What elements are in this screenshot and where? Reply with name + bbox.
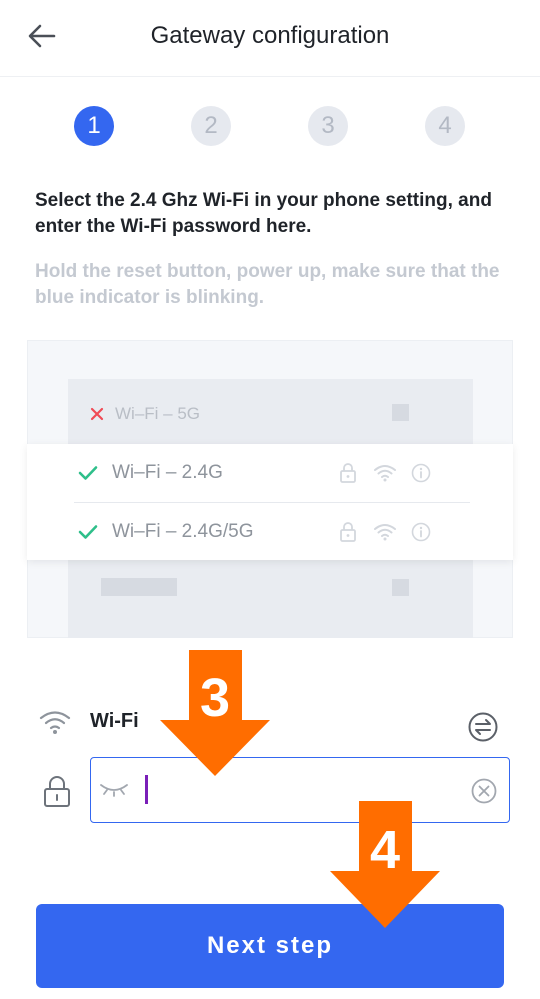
placeholder-bar — [101, 578, 177, 596]
instruction-text: Select the 2.4 Ghz Wi-Fi in your phone s… — [35, 190, 492, 237]
step-3: 3 — [308, 106, 348, 146]
step-1: 1 — [74, 106, 114, 146]
switch-network-icon[interactable] — [467, 711, 499, 743]
page-title: Gateway configuration — [150, 22, 390, 49]
network-name-2-4g: Wi–Fi – 2.4G — [112, 462, 223, 483]
network-name-dual-band: Wi–Fi – 2.4G/5G — [112, 521, 254, 542]
check-icon — [78, 466, 98, 480]
lock-icon — [340, 522, 356, 542]
cross-icon — [90, 407, 104, 421]
clear-icon[interactable] — [471, 778, 497, 804]
wifi-signal-icon — [374, 524, 396, 541]
lock-icon — [44, 776, 70, 807]
check-icon — [78, 525, 98, 539]
wifi-signal-icon — [374, 465, 396, 482]
eye-closed-icon[interactable] — [98, 780, 130, 798]
wifi-name: Wi-Fi — [90, 710, 139, 732]
lock-icon — [340, 463, 356, 483]
text-caret — [145, 775, 148, 804]
hint-text: Hold the reset button, power up, make su… — [35, 261, 500, 308]
step-2: 2 — [191, 106, 231, 146]
placeholder-square — [392, 404, 409, 421]
divider — [74, 502, 470, 503]
callout-number-4: 4 — [369, 820, 401, 880]
placeholder-square — [392, 579, 409, 596]
callout-number-3: 3 — [199, 668, 231, 728]
network-name-5g: Wi–Fi – 5G — [115, 404, 201, 423]
wifi-icon — [39, 711, 71, 734]
info-icon — [411, 463, 431, 483]
info-icon — [411, 522, 431, 542]
step-4: 4 — [425, 106, 465, 146]
